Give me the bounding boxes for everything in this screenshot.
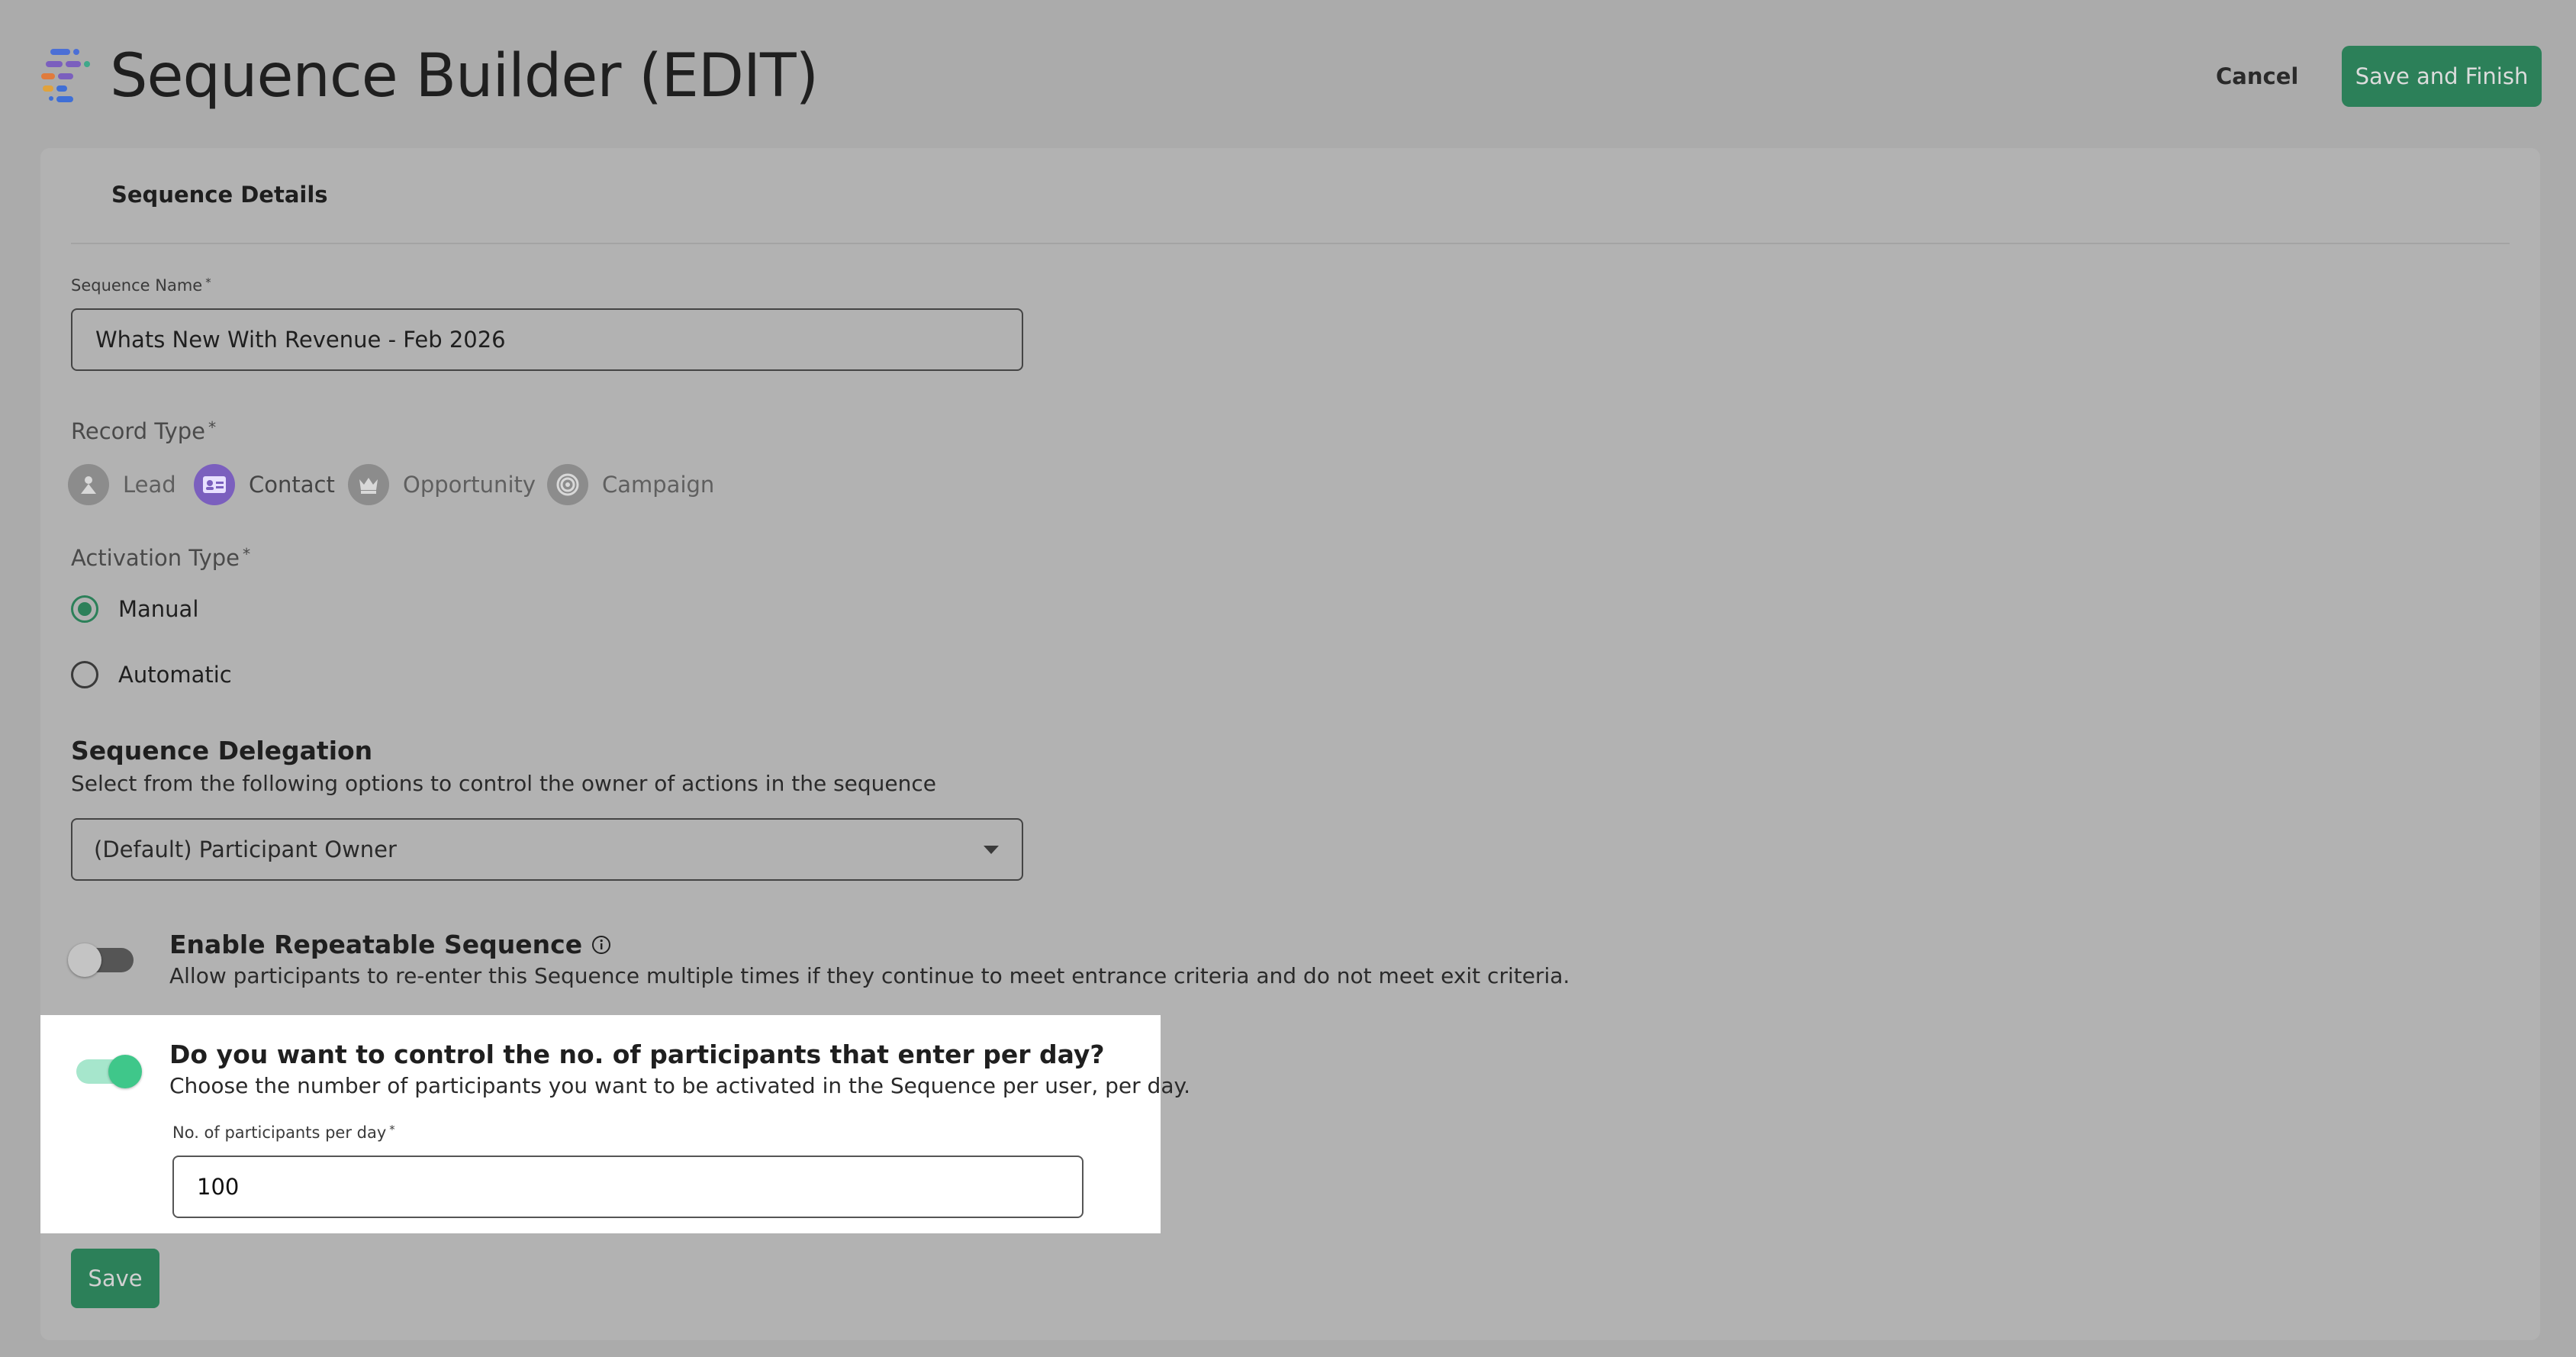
sequence-name-input[interactable] — [71, 308, 1023, 371]
contact-card-icon — [194, 464, 235, 505]
caret-down-icon — [984, 846, 999, 854]
repeatable-description: Allow participants to re-enter this Sequ… — [169, 963, 1570, 988]
radio-button[interactable] — [71, 661, 98, 688]
record-type-contact[interactable]: Contact — [194, 464, 335, 505]
repeatable-toggle[interactable] — [68, 943, 134, 977]
delegation-select[interactable]: (Default) Participant Owner — [71, 818, 1023, 881]
crown-icon — [348, 464, 389, 505]
lead-icon — [68, 464, 109, 505]
delegation-heading: Sequence Delegation — [71, 736, 373, 766]
radio-button-checked[interactable] — [71, 595, 98, 623]
info-icon[interactable] — [591, 935, 611, 955]
daily-limit-title: Do you want to control the no. of partic… — [169, 1040, 1105, 1069]
activation-type-label: Activation Type * — [71, 545, 251, 571]
record-type-opportunity[interactable]: Opportunity — [348, 464, 536, 505]
daily-limit-description: Choose the number of participants you wa… — [169, 1073, 1190, 1098]
target-icon — [547, 464, 588, 505]
delegation-description: Select from the following options to con… — [71, 771, 936, 796]
sequence-name-label: Sequence Name * — [71, 276, 211, 295]
record-type-campaign[interactable]: Campaign — [547, 464, 714, 505]
page-title: Sequence Builder (EDIT) — [110, 42, 819, 111]
record-type-lead[interactable]: Lead — [68, 464, 176, 505]
participants-per-day-label: No. of participants per day * — [172, 1123, 395, 1142]
record-type-label: Record Type * — [71, 418, 217, 444]
cancel-button[interactable]: Cancel — [2198, 46, 2317, 107]
save-button[interactable]: Save — [71, 1249, 159, 1308]
daily-limit-toggle[interactable] — [76, 1055, 142, 1088]
divider — [71, 243, 2510, 244]
radio-manual[interactable]: Manual — [71, 595, 198, 623]
sequence-logo-icon — [41, 49, 90, 102]
participants-per-day-input[interactable] — [172, 1156, 1084, 1218]
save-and-finish-button[interactable]: Save and Finish — [2342, 46, 2542, 107]
repeatable-title: Enable Repeatable Sequence — [169, 930, 611, 959]
radio-automatic[interactable]: Automatic — [71, 661, 232, 688]
card-title: Sequence Details — [111, 182, 328, 208]
